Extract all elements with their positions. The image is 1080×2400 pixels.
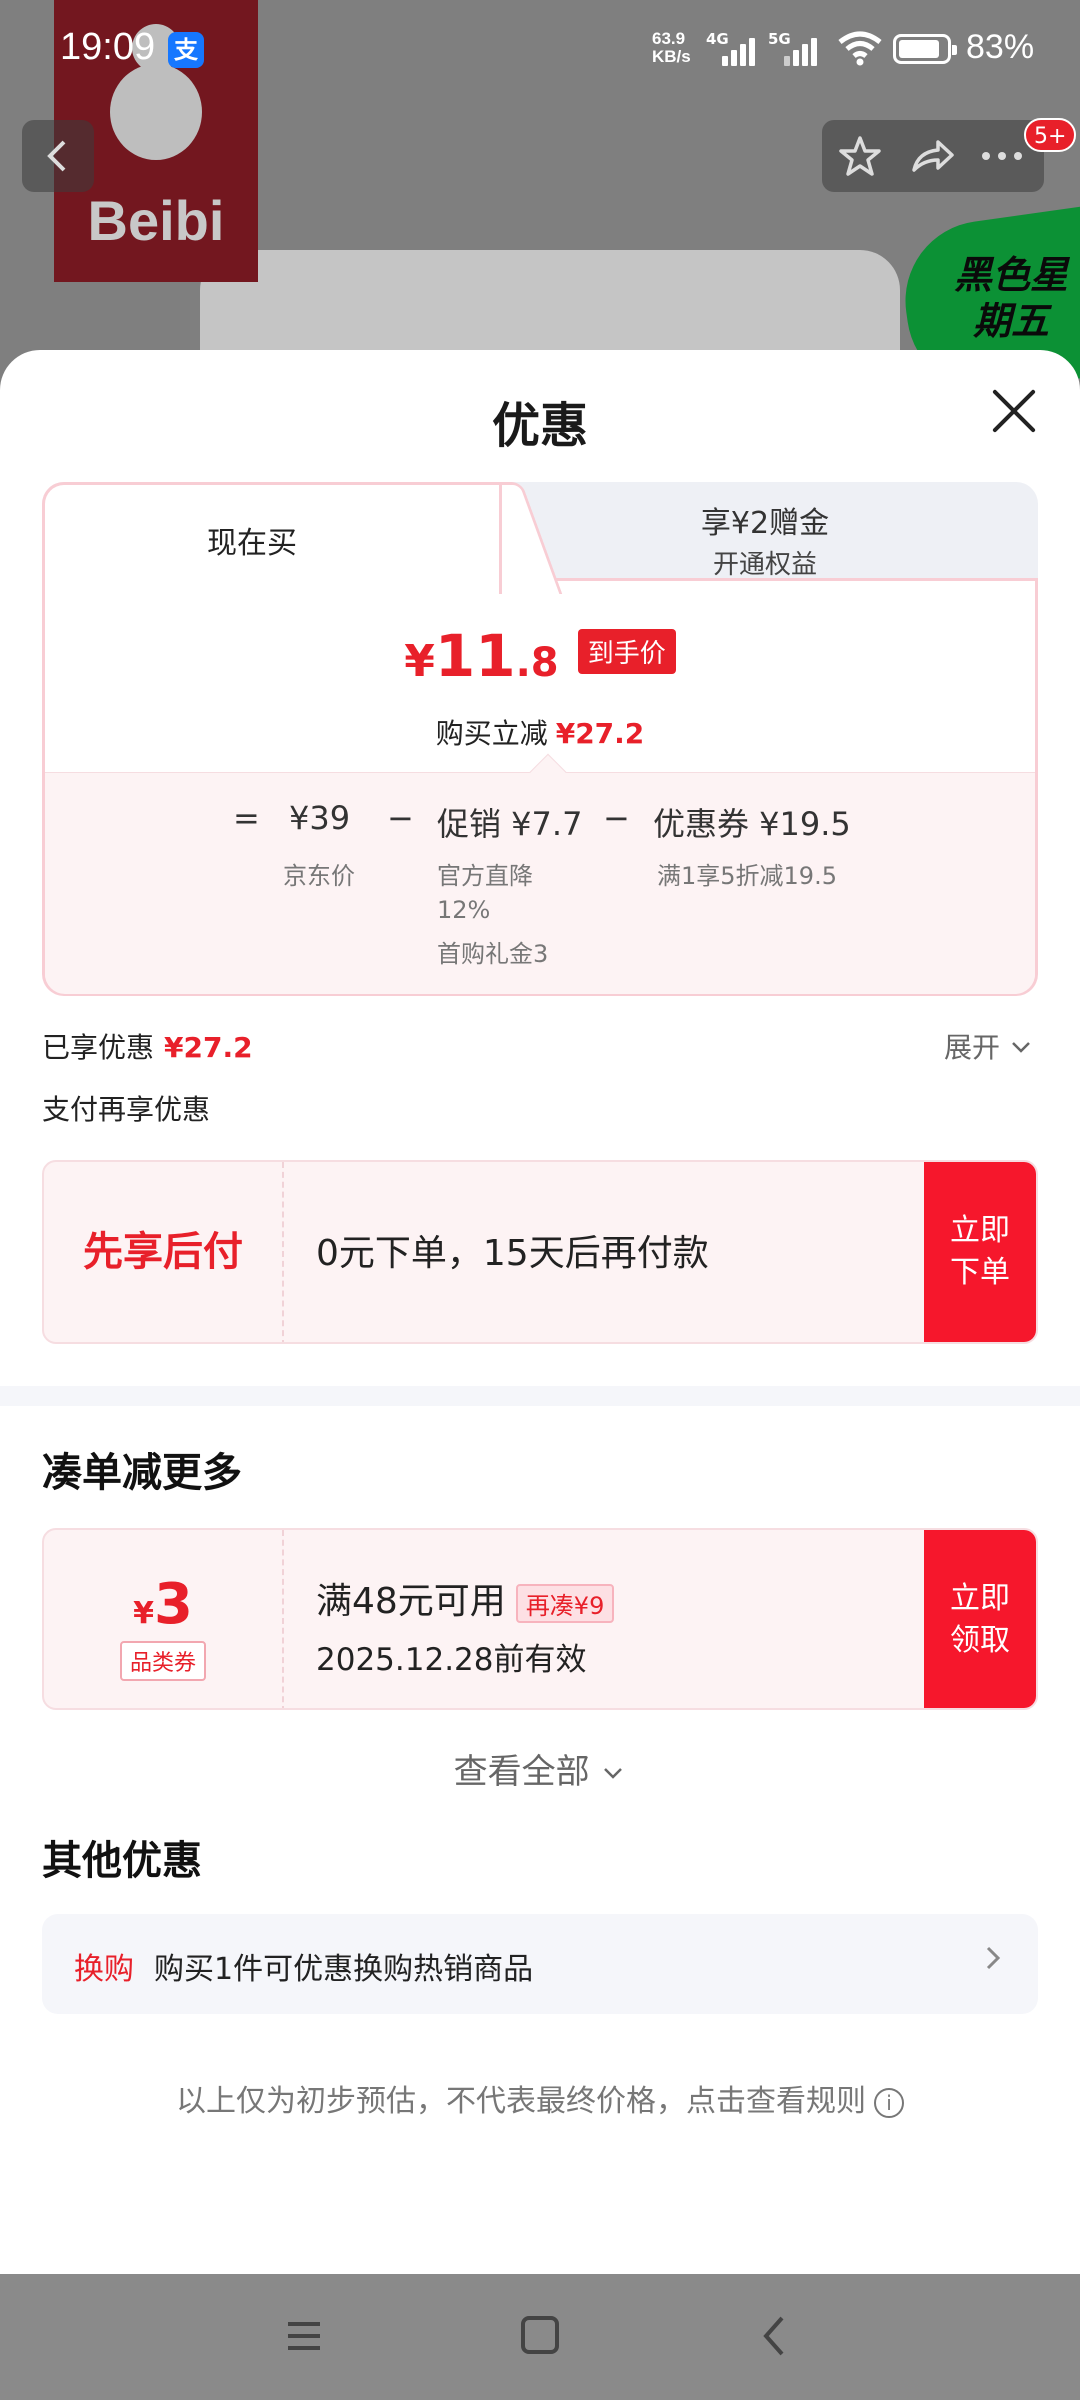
close-icon[interactable] bbox=[992, 388, 1036, 432]
more-icon[interactable] bbox=[978, 132, 1026, 180]
final-price: ¥11.8 到手价 bbox=[42, 622, 1038, 690]
bundle-section-title: 凑单减更多 bbox=[42, 1450, 242, 1496]
battery-percent: 83% bbox=[966, 28, 1035, 66]
coupon-note: 满1享5折减19.5 bbox=[657, 862, 837, 890]
view-all-button[interactable]: 查看全部 bbox=[0, 1744, 1080, 1793]
network-speed: 63.9 KB/s bbox=[652, 29, 691, 66]
chevron-down-icon bbox=[604, 1768, 623, 1779]
back-nav-icon[interactable] bbox=[746, 2310, 806, 2362]
signal-icon bbox=[722, 36, 766, 66]
coupon-value: ¥3 品类券 bbox=[44, 1530, 284, 1708]
equals-sign: = bbox=[233, 799, 260, 837]
jd-price: ¥39 bbox=[289, 799, 351, 837]
enjoyed-discount: 已享优惠 ¥27.2 bbox=[42, 1031, 253, 1064]
battery-icon bbox=[893, 34, 957, 64]
price-card: 享¥2赠金 开通权益 现在买 ¥11.8 到手价 购买立减 ¥27.2 = ¥39… bbox=[42, 482, 1038, 996]
home-icon[interactable] bbox=[510, 2310, 570, 2362]
promo-discount: 促销 ¥7.7 bbox=[437, 805, 583, 843]
info-icon[interactable]: i bbox=[874, 2087, 904, 2118]
coupon-discount: 优惠券 ¥19.5 bbox=[653, 805, 851, 843]
minus-sign: − bbox=[387, 799, 414, 837]
menu-icon[interactable] bbox=[274, 2310, 334, 2362]
sheet-title: 优惠 bbox=[491, 398, 588, 454]
claim-coupon-button[interactable]: 立即 领取 bbox=[924, 1530, 1036, 1708]
coupon-gap-badge: 再凑¥9 bbox=[515, 1583, 615, 1623]
trade-in-offer-row[interactable]: 换购 购买1件可优惠换购热销商品 bbox=[42, 1914, 1038, 2014]
minus-sign: − bbox=[603, 799, 630, 837]
top-actions bbox=[822, 120, 1044, 192]
jd-price-label: 京东价 bbox=[283, 862, 355, 890]
bnpl-description: 0元下单，15天后再付款 bbox=[316, 1233, 709, 1274]
section-divider bbox=[0, 1386, 1080, 1406]
star-icon[interactable] bbox=[836, 132, 884, 180]
price-disclaimer[interactable]: 以上仅为初步预估，不代表最终价格，点击查看规则 i bbox=[0, 2076, 1080, 2120]
expand-button[interactable]: 展开 bbox=[944, 1026, 1033, 1066]
pay-again-label: 支付再享优惠 bbox=[42, 1093, 211, 1126]
chevron-left-icon bbox=[47, 140, 66, 172]
system-nav-bar bbox=[0, 2274, 1080, 2400]
price-tag-badge: 到手价 bbox=[577, 628, 676, 674]
other-offers-title: 其他优惠 bbox=[42, 1838, 202, 1884]
bnpl-title: 先享后付 bbox=[44, 1162, 284, 1342]
chevron-down-icon bbox=[1012, 1042, 1030, 1053]
category-coupon-card[interactable]: ¥3 品类券 满48元可用 再凑¥9 2025.12.28前有效 立即 领取 bbox=[42, 1528, 1038, 1710]
back-button[interactable] bbox=[22, 120, 94, 192]
coupon-expiry: 2025.12.28前有效 bbox=[316, 1642, 587, 1678]
tab-buy-now-label: 现在买 bbox=[207, 526, 297, 561]
notification-badge: 5+ bbox=[1024, 118, 1077, 152]
saving-summary: 购买立减 ¥27.2 bbox=[435, 717, 645, 750]
status-time: 19:09 bbox=[60, 26, 156, 68]
coupon-type-badge: 品类券 bbox=[119, 1641, 206, 1681]
trade-in-tag: 换购 bbox=[74, 1952, 134, 1987]
share-icon[interactable] bbox=[908, 132, 956, 180]
coupon-condition: 满48元可用 再凑¥9 bbox=[316, 1572, 615, 1624]
tab-gift-benefit[interactable]: 享¥2赠金 开通权益 bbox=[492, 482, 1038, 592]
promo-note: 官方直降 12% 首购礼金3 bbox=[437, 862, 549, 968]
alipay-icon: 支 bbox=[168, 32, 204, 68]
status-bar: 19:09 支 63.9 KB/s 4G 5G 83% bbox=[0, 0, 1080, 98]
wifi-icon bbox=[838, 31, 882, 66]
price-breakdown: = ¥39 京东价 − 促销 ¥7.7 官方直降 12% 首购礼金3 − 优惠券… bbox=[45, 753, 1035, 994]
signal-icon bbox=[784, 36, 828, 66]
order-now-button[interactable]: 立即 下单 bbox=[924, 1162, 1036, 1342]
buy-now-pay-later-card[interactable]: 先享后付 0元下单，15天后再付款 立即 下单 bbox=[42, 1160, 1038, 1344]
trade-in-description: 购买1件可优惠换购热销商品 bbox=[154, 1952, 534, 1987]
chevron-right-icon bbox=[986, 1946, 1001, 1970]
